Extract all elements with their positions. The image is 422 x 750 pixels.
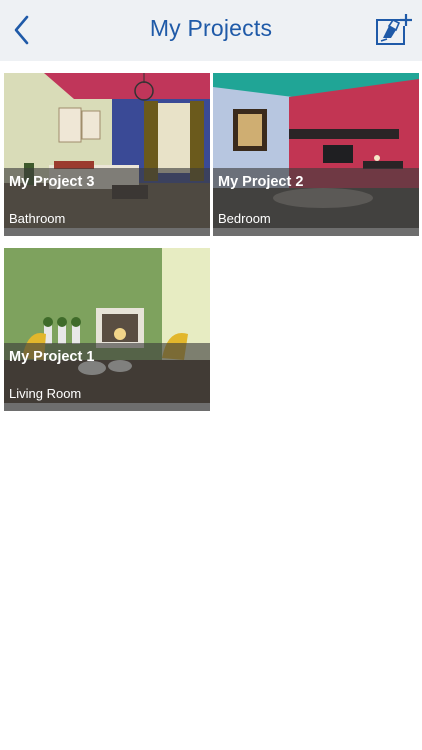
project-name: My Project 2 <box>218 174 304 190</box>
project-name: My Project 1 <box>9 349 95 365</box>
project-card[interactable]: My Project 2 Bedroom <box>213 73 419 236</box>
project-card[interactable]: My Project 1 Living Room <box>4 248 210 411</box>
add-project-button[interactable] <box>374 12 412 48</box>
project-name: My Project 3 <box>9 174 95 190</box>
card-bottom-strip <box>4 403 210 411</box>
project-room-type: Bathroom <box>9 211 66 226</box>
card-bottom-strip <box>4 228 210 236</box>
top-bar: My Projects <box>0 0 422 61</box>
project-room-type: Living Room <box>9 386 82 401</box>
project-card[interactable]: My Project 3 Bathroom <box>4 73 210 236</box>
card-bottom-strip <box>213 228 419 236</box>
page-title: My Projects <box>149 15 273 41</box>
project-room-type: Bedroom <box>218 211 271 226</box>
add-project-icon <box>376 14 412 45</box>
